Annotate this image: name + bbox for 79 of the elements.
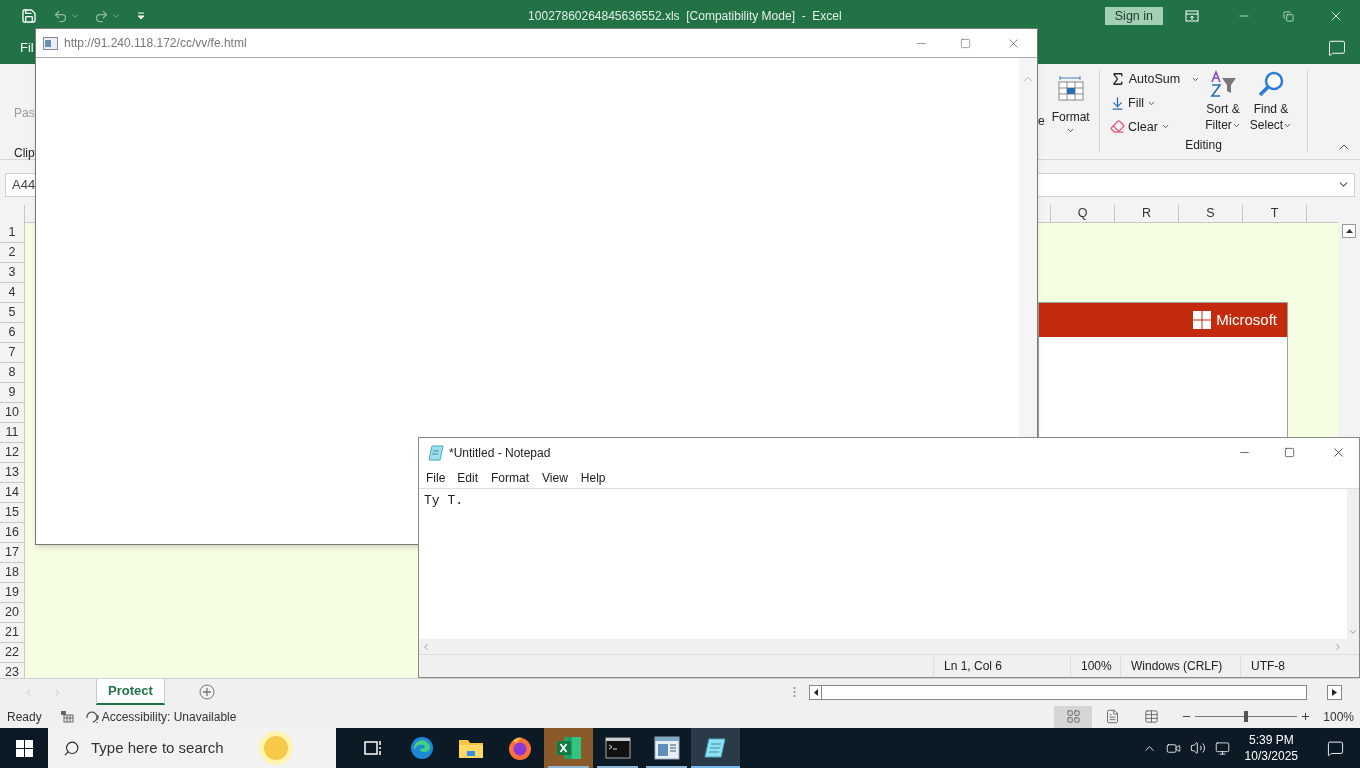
splitter-icon[interactable] — [793, 686, 796, 698]
scroll-right-button[interactable] — [1327, 684, 1342, 700]
format-icon — [1055, 74, 1086, 104]
horizontal-scrollbar[interactable] — [809, 684, 1307, 700]
sort-filter-button[interactable]: Sort & Filter — [1200, 70, 1246, 137]
close-icon[interactable] — [1331, 445, 1346, 460]
terminal-icon — [604, 737, 631, 759]
macro-icon[interactable] — [59, 710, 74, 723]
clock[interactable]: 5:39 PM 10/3/2025 — [1238, 732, 1304, 764]
windows-start-icon[interactable] — [15, 739, 33, 757]
accessibility-icon[interactable] — [84, 709, 101, 724]
sheet-tab[interactable]: Protect — [96, 679, 165, 705]
zoom-percent[interactable]: 100% — [1323, 707, 1354, 726]
task-view-icon — [362, 738, 383, 758]
zoom-slider[interactable] — [1195, 710, 1298, 723]
format-button[interactable]: Format — [1048, 74, 1093, 135]
formula-field[interactable] — [1037, 172, 1355, 197]
search-field[interactable]: Type here to search — [48, 728, 336, 768]
accessibility-status[interactable]: Accessibility: Unavailable — [101, 707, 237, 726]
notepad-icon — [702, 736, 729, 760]
text-area[interactable]: Ty T. — [419, 489, 1347, 639]
volume-icon[interactable] — [1189, 740, 1206, 756]
comments-icon[interactable] — [1328, 39, 1346, 57]
eraser-icon — [1110, 119, 1125, 135]
autosum-button[interactable]: AutoSum — [1110, 70, 1200, 89]
group-label: Clip — [14, 145, 35, 162]
zoom-in-icon[interactable] — [1300, 711, 1312, 722]
scroll-up-button[interactable] — [1342, 224, 1356, 238]
folder-icon — [457, 737, 484, 759]
menu-item[interactable]: View — [542, 468, 568, 487]
taskbar-app-button[interactable] — [691, 728, 740, 768]
status-text: 100% — [1070, 655, 1120, 677]
sort-filter-icon — [1208, 70, 1238, 98]
paste-label: Pas — [14, 105, 35, 122]
window-address: http://91.240.118.172/cc/vv/fe.html — [64, 35, 247, 52]
status-text: UTF-8 — [1240, 655, 1340, 677]
windows-logo-icon — [1193, 311, 1212, 329]
slider-thumb[interactable] — [1244, 711, 1249, 722]
ribbon-tab[interactable]: Fil — [20, 38, 34, 58]
add-sheet-icon[interactable] — [198, 684, 215, 700]
menu-item[interactable]: Edit — [457, 468, 479, 487]
find-select-button[interactable]: Find & Select — [1246, 70, 1296, 137]
delete-label: e — [1038, 113, 1045, 130]
status-text: Windows (CRLF) — [1120, 655, 1240, 677]
menu-item[interactable]: Help — [580, 468, 606, 487]
status-text: Ln 1, Col 6 — [933, 655, 1070, 677]
view-button[interactable] — [1054, 705, 1093, 728]
menu-item[interactable]: Format — [491, 468, 530, 487]
window-title: *Untitled - Notepad — [449, 444, 551, 462]
search-icon — [63, 739, 80, 757]
group-label: Editing — [1184, 137, 1223, 155]
normal-view-icon — [1065, 709, 1081, 724]
network-icon[interactable] — [1214, 740, 1230, 756]
maximize-icon[interactable] — [1284, 447, 1295, 458]
restore-icon[interactable] — [1283, 10, 1294, 22]
excel-icon — [555, 736, 582, 760]
edge-icon — [408, 735, 435, 761]
ribbon-display-icon[interactable] — [1185, 10, 1199, 22]
scroll-right-icon — [1332, 688, 1337, 696]
notepad-icon — [428, 444, 444, 461]
page-layout-icon — [1104, 709, 1120, 724]
scroll-up-icon — [1345, 229, 1353, 233]
fill-button[interactable]: Fill — [1110, 93, 1200, 113]
page-break-icon — [1143, 709, 1159, 724]
menu-item[interactable]: File — [426, 468, 446, 487]
fill-icon — [1110, 95, 1125, 111]
brand-name: Microsoft — [1216, 309, 1277, 330]
save-icon[interactable] — [21, 8, 37, 24]
page-icon — [43, 36, 58, 50]
search-icon — [1256, 70, 1286, 98]
customize-icon[interactable] — [137, 12, 145, 20]
notification-icon[interactable] — [1327, 739, 1344, 757]
caret-icon — [1066, 126, 1076, 135]
sign-in-button[interactable]: Sign in — [1104, 7, 1163, 25]
window-icon — [653, 736, 680, 760]
firefox-icon — [506, 735, 533, 761]
clear-button[interactable]: Clear — [1110, 117, 1200, 137]
window-title: 10027860264845636552.xls [Compatibility Mode] - Excel — [528, 8, 842, 25]
status-text: Ready — [7, 708, 42, 726]
